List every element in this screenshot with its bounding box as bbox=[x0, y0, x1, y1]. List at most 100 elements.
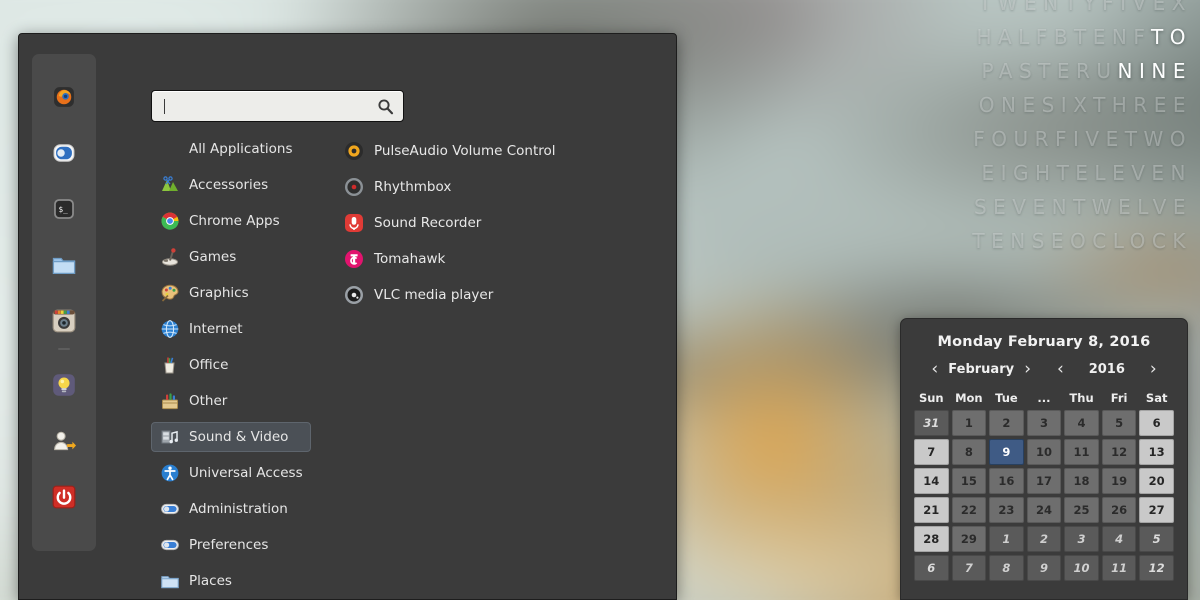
lightbulb-icon bbox=[52, 373, 76, 401]
category-item-accessories[interactable]: Accessories bbox=[151, 170, 311, 200]
calendar-day[interactable]: 7 bbox=[951, 555, 987, 581]
application-item-vlc-media-player[interactable]: VLC media player bbox=[341, 281, 641, 309]
calendar-day[interactable]: 3 bbox=[1064, 526, 1099, 552]
dock-item-firefox[interactable] bbox=[41, 76, 87, 122]
calendar-day[interactable]: 28 bbox=[914, 526, 949, 552]
calendar-day[interactable]: 14 bbox=[914, 468, 949, 494]
category-item-internet[interactable]: Internet bbox=[151, 314, 311, 344]
calendar-day[interactable]: 22 bbox=[951, 497, 987, 523]
calendar-nav: ‹ February › ‹ 2016 › bbox=[901, 361, 1187, 378]
calendar-day[interactable]: 5 bbox=[1139, 526, 1174, 552]
administration-icon bbox=[160, 499, 180, 519]
dock-item-system-settings[interactable] bbox=[41, 132, 87, 178]
dock-item-camera[interactable] bbox=[41, 300, 87, 346]
next-month-button[interactable]: › bbox=[1014, 361, 1041, 378]
calendar-day[interactable]: 8 bbox=[951, 439, 987, 465]
dock-item-power[interactable] bbox=[41, 476, 87, 522]
category-item-universal-access[interactable]: Universal Access bbox=[151, 458, 311, 488]
application-menu-window: $_ All Applications Accessories Chrome App… bbox=[18, 33, 677, 600]
calendar-day[interactable]: 15 bbox=[951, 468, 987, 494]
calendar-day[interactable]: 18 bbox=[1064, 468, 1099, 494]
calendar-day-selected[interactable]: 9 bbox=[989, 439, 1024, 465]
calendar-day[interactable]: 10 bbox=[1026, 439, 1062, 465]
calendar-day[interactable]: 11 bbox=[1064, 439, 1099, 465]
category-label: Accessories bbox=[189, 177, 269, 193]
dock-item-switch-user[interactable] bbox=[41, 420, 87, 466]
calendar-week-row: 21 22 23 24 25 26 27 bbox=[914, 497, 1174, 523]
calendar-day[interactable]: 12 bbox=[1139, 555, 1174, 581]
application-item-rhythmbox[interactable]: Rhythmbox bbox=[341, 173, 641, 201]
calendar-day[interactable]: 5 bbox=[1101, 410, 1137, 436]
calendar-day[interactable]: 10 bbox=[1064, 555, 1099, 581]
calendar-day[interactable]: 1 bbox=[951, 410, 987, 436]
category-item-all-applications[interactable]: All Applications bbox=[151, 134, 311, 164]
application-item-pulseaudio-volume-control[interactable]: PulseAudio Volume Control bbox=[341, 137, 641, 165]
calendar-month-label: February bbox=[948, 362, 1015, 377]
dock-item-lightbulb[interactable] bbox=[41, 364, 87, 410]
dock-item-terminal[interactable]: $_ bbox=[41, 188, 87, 234]
prev-year-button[interactable]: ‹ bbox=[1047, 361, 1074, 378]
category-item-chrome-apps[interactable]: Chrome Apps bbox=[151, 206, 311, 236]
calendar-widget: Monday February 8, 2016 ‹ February › ‹ 2… bbox=[900, 318, 1188, 600]
firefox-icon bbox=[53, 86, 75, 112]
calendar-day[interactable]: 19 bbox=[1101, 468, 1137, 494]
calendar-week-row: 6 7 8 9 10 11 12 bbox=[914, 555, 1174, 581]
internet-icon bbox=[160, 319, 180, 339]
application-label: PulseAudio Volume Control bbox=[374, 143, 556, 159]
calendar-day[interactable]: 29 bbox=[951, 526, 987, 552]
calendar-day[interactable]: 20 bbox=[1139, 468, 1174, 494]
calendar-day[interactable]: 23 bbox=[989, 497, 1024, 523]
calendar-day[interactable]: 8 bbox=[989, 555, 1024, 581]
search-box[interactable] bbox=[151, 90, 404, 122]
places-icon bbox=[160, 571, 180, 591]
application-label: Tomahawk bbox=[374, 251, 446, 267]
category-item-sound-video[interactable]: Sound & Video bbox=[151, 422, 311, 452]
category-item-administration[interactable]: Administration bbox=[151, 494, 311, 524]
system-settings-icon bbox=[53, 142, 75, 168]
dock-item-file-manager[interactable] bbox=[41, 244, 87, 290]
switch-user-icon bbox=[52, 429, 76, 457]
calendar-day[interactable]: 17 bbox=[1026, 468, 1062, 494]
prev-month-button[interactable]: ‹ bbox=[921, 361, 948, 378]
calendar-day[interactable]: 3 bbox=[1026, 410, 1062, 436]
category-label: Graphics bbox=[189, 285, 249, 301]
next-year-button[interactable]: › bbox=[1140, 361, 1167, 378]
calendar-day[interactable]: 4 bbox=[1101, 526, 1137, 552]
calendar-day[interactable]: 31 bbox=[914, 410, 949, 436]
camera-icon bbox=[52, 309, 76, 337]
calendar-day[interactable]: 7 bbox=[914, 439, 949, 465]
application-item-tomahawk[interactable]: Tomahawk bbox=[341, 245, 641, 273]
category-item-games[interactable]: Games bbox=[151, 242, 311, 272]
calendar-day[interactable]: 25 bbox=[1064, 497, 1099, 523]
calendar-day[interactable]: 2 bbox=[1026, 526, 1062, 552]
calendar-day[interactable]: 6 bbox=[1139, 410, 1174, 436]
calendar-day[interactable]: 1 bbox=[989, 526, 1024, 552]
category-item-places[interactable]: Places bbox=[151, 566, 311, 596]
calendar-year-label: 2016 bbox=[1088, 362, 1125, 377]
file-manager-icon bbox=[52, 253, 76, 281]
category-item-graphics[interactable]: Graphics bbox=[151, 278, 311, 308]
calendar-day[interactable]: 26 bbox=[1101, 497, 1137, 523]
category-item-other[interactable]: Other bbox=[151, 386, 311, 416]
calendar-day[interactable]: 16 bbox=[989, 468, 1024, 494]
category-item-office[interactable]: Office bbox=[151, 350, 311, 380]
application-label: Sound Recorder bbox=[374, 215, 482, 231]
svg-text:$_: $_ bbox=[59, 205, 69, 214]
calendar-day[interactable]: 11 bbox=[1101, 555, 1137, 581]
calendar-day[interactable]: 13 bbox=[1139, 439, 1174, 465]
calendar-day[interactable]: 12 bbox=[1101, 439, 1137, 465]
calendar-day[interactable]: 27 bbox=[1139, 497, 1174, 523]
calendar-day[interactable]: 2 bbox=[989, 410, 1024, 436]
weekday-header: Mon bbox=[955, 391, 983, 405]
category-item-preferences[interactable]: Preferences bbox=[151, 530, 311, 560]
application-item-sound-recorder[interactable]: Sound Recorder bbox=[341, 209, 641, 237]
power-icon bbox=[52, 485, 76, 513]
calendar-day[interactable]: 6 bbox=[914, 555, 949, 581]
calendar-day[interactable]: 24 bbox=[1026, 497, 1062, 523]
calendar-day[interactable]: 21 bbox=[914, 497, 949, 523]
calendar-week-row: 31 1 2 3 4 5 6 bbox=[914, 410, 1174, 436]
calendar-day[interactable]: 9 bbox=[1026, 555, 1062, 581]
calendar-day[interactable]: 4 bbox=[1064, 410, 1099, 436]
calendar-current-date: Monday February 8, 2016 bbox=[937, 334, 1151, 350]
search-icon[interactable] bbox=[377, 98, 394, 115]
